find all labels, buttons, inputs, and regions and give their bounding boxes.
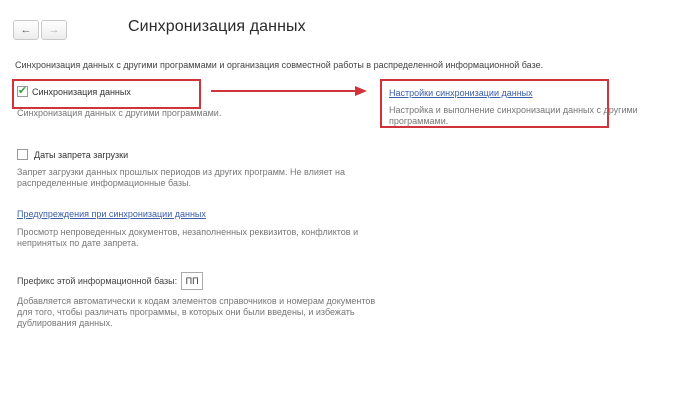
prefix-label: Префикс этой информационной базы: — [17, 276, 178, 286]
forward-button[interactable]: → — [41, 20, 67, 40]
page-title: Синхронизация данных — [128, 18, 306, 35]
highlight-box-left — [12, 79, 201, 109]
arrow-left-icon: ← — [20, 24, 32, 36]
sync-description: Синхронизация данных с другими программа… — [17, 108, 222, 118]
prefix-description: Добавляется автоматически к кодам элемен… — [17, 296, 376, 328]
sync-settings-description: Настройка и выполнение синхронизации дан… — [389, 105, 638, 126]
sync-warnings-link[interactable]: Предупреждения при синхронизации данных — [17, 209, 206, 219]
intro-text: Синхронизация данных с другими программа… — [15, 60, 544, 70]
prefix-row: Префикс этой информационной базы: — [17, 272, 204, 290]
sync-settings-link[interactable]: Настройки синхронизации данных — [389, 88, 533, 98]
checkbox-box[interactable] — [17, 149, 28, 160]
ban-dates-description: Запрет загрузки данных прошлых периодов … — [17, 167, 346, 188]
red-arrow-icon — [211, 86, 367, 96]
sync-warnings-description: Просмотр непроведенных документов, незап… — [17, 227, 359, 248]
arrow-right-icon: → — [48, 24, 60, 36]
back-button[interactable]: ← — [13, 20, 39, 40]
ban-dates-checkbox[interactable]: Даты запрета загрузки — [17, 149, 128, 160]
prefix-input[interactable] — [181, 272, 204, 290]
ban-dates-label: Даты запрета загрузки — [34, 149, 129, 160]
